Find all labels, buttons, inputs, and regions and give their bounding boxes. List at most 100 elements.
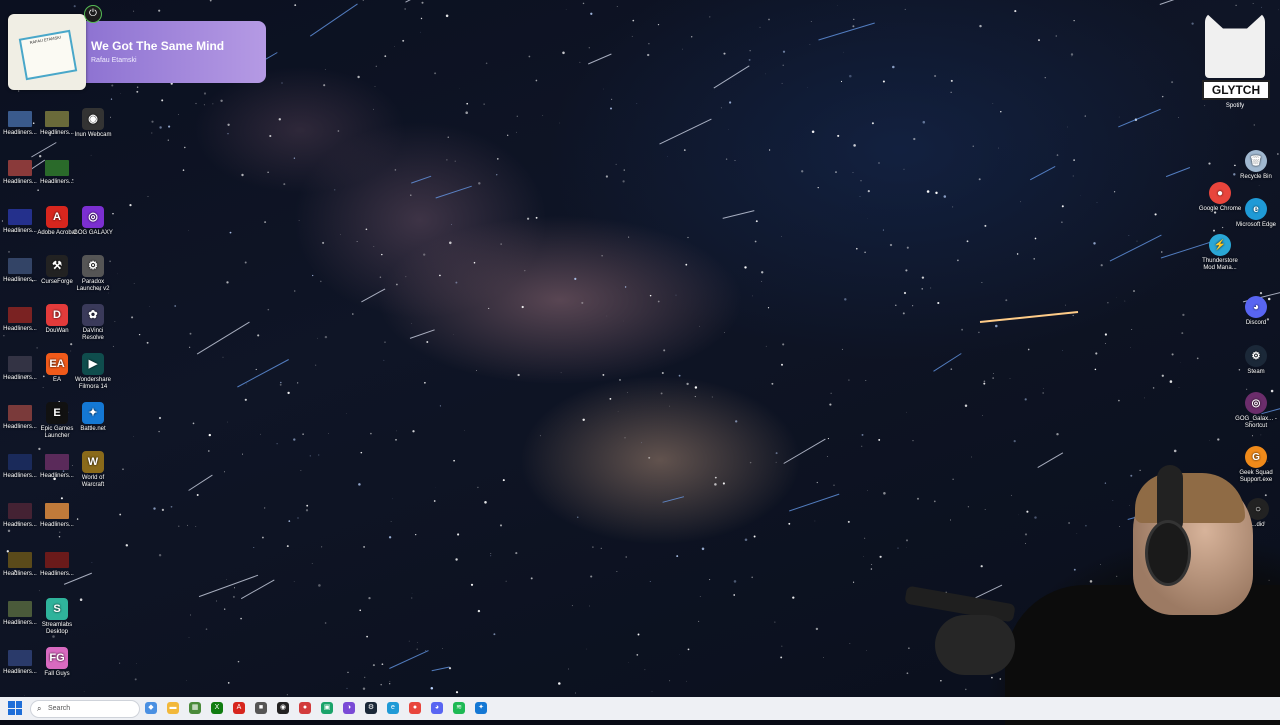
star xyxy=(1061,221,1062,222)
star xyxy=(867,490,868,491)
star xyxy=(971,457,972,458)
headphone-icon xyxy=(1145,520,1191,586)
desktop-icon[interactable]: Headliners... xyxy=(37,157,77,186)
taskbar: ⌕ Search ◆ ▬ ▦ XA ■ ◉ ● ▣ ◑ ⚙ e ● ◕ ≋ ✦ xyxy=(0,697,1280,720)
desktop-icon[interactable]: ⚡ Thunderstore Mod Mana... xyxy=(1198,234,1242,272)
desktop-icon[interactable]: ⚙Steam xyxy=(1234,345,1278,376)
taskbar-spotify-icon[interactable]: ≋ xyxy=(453,702,465,714)
desktop-icon[interactable]: ✦Battle.net xyxy=(73,402,113,433)
desktop-icon[interactable]: Headliners... xyxy=(0,108,40,137)
taskbar-copilot-icon[interactable]: ◆ xyxy=(145,702,157,714)
desktop-icon[interactable]: Headliners... xyxy=(0,598,40,627)
star xyxy=(431,687,434,690)
taskbar-app-purple-icon[interactable]: ◑ xyxy=(343,702,355,714)
desktop-icon[interactable]: ⚙Paradox Launcher v2 xyxy=(73,255,113,293)
star xyxy=(904,292,906,294)
taskbar-app-grey-icon[interactable]: ■ xyxy=(255,702,267,714)
desktop-icon-label: Adobe Acrobat xyxy=(37,230,77,237)
desktop-icon[interactable]: Headliners... xyxy=(37,108,77,137)
desktop-icon[interactable]: ◎GOG GALAXY xyxy=(73,206,113,237)
taskbar-app-multi-icon[interactable]: ● xyxy=(299,702,311,714)
desktop-icon[interactable]: Headliners... xyxy=(0,255,40,284)
star xyxy=(589,47,590,48)
star xyxy=(497,158,499,160)
desktop-icon[interactable]: FGFall Guys xyxy=(37,647,77,678)
desktop-icon[interactable]: Headliners... xyxy=(0,206,40,235)
star xyxy=(59,536,60,537)
star xyxy=(922,288,923,289)
taskbar-adobe-icon[interactable]: A xyxy=(233,702,245,714)
taskbar-app-green-icon[interactable]: ▣ xyxy=(321,702,333,714)
taskbar-search-input[interactable]: ⌕ Search xyxy=(30,700,140,718)
desktop-icon[interactable]: WWorld of Warcraft xyxy=(73,451,113,489)
desktop-icon[interactable]: AAdobe Acrobat xyxy=(37,206,77,237)
taskbar-chrome-icon[interactable]: ● xyxy=(409,702,421,714)
star xyxy=(589,606,590,607)
star xyxy=(245,399,247,401)
desktop-icon[interactable]: EAEA xyxy=(37,353,77,384)
desktop-icon[interactable]: SStreamlabs Desktop xyxy=(37,598,77,636)
star xyxy=(478,610,480,612)
star xyxy=(135,678,137,680)
taskbar-battle-net-icon[interactable]: ✦ xyxy=(475,702,487,714)
star xyxy=(580,62,581,63)
star xyxy=(967,240,969,242)
desktop-icon[interactable]: Headliners... xyxy=(0,157,40,186)
power-icon[interactable]: ⏻ xyxy=(84,5,102,23)
desktop-icon[interactable]: Headliners... xyxy=(37,451,77,480)
app-icon: ◎ xyxy=(82,206,104,228)
desktop-icon[interactable]: Headliners... xyxy=(0,353,40,382)
star xyxy=(592,546,593,547)
desktop-icon[interactable]: Headliners... xyxy=(0,549,40,578)
desktop-icon[interactable]: eMicrosoft Edge xyxy=(1234,198,1278,229)
star xyxy=(1191,22,1193,24)
taskbar-edge-icon[interactable]: e xyxy=(387,702,399,714)
star xyxy=(695,386,697,388)
desktop-icon[interactable]: ◉Inun Webcam xyxy=(73,108,113,139)
desktop-icon[interactable]: ◕Discord xyxy=(1234,296,1278,327)
star xyxy=(420,32,421,33)
desktop-icon[interactable]: Headliners... xyxy=(0,647,40,676)
star xyxy=(363,0,364,1)
taskbar-obs-icon[interactable]: ◉ xyxy=(277,702,289,714)
desktop-icon[interactable]: Headliners... xyxy=(0,451,40,480)
desktop-icon[interactable]: ▶Wondershare Filmora 14 xyxy=(73,353,113,391)
desktop-icon[interactable]: ◎GOG_Galax... - Shortcut xyxy=(1234,392,1278,430)
star xyxy=(841,81,842,82)
desktop-icon[interactable]: Headliners... xyxy=(0,402,40,431)
app-icon: ⚡ xyxy=(1209,234,1231,256)
taskbar-minecraft-icon[interactable]: ▦ xyxy=(189,702,201,714)
star xyxy=(264,221,266,223)
desktop-icon[interactable]: EEpic Games Launcher xyxy=(37,402,77,440)
star xyxy=(1043,392,1044,393)
desktop-icon[interactable]: ✿DaVinci Resolve xyxy=(73,304,113,342)
star xyxy=(159,554,161,556)
star xyxy=(228,682,230,684)
desktop-icon[interactable]: ⚒CurseForge xyxy=(37,255,77,286)
desktop-icon[interactable]: DDouWan xyxy=(37,304,77,335)
taskbar-xbox-icon[interactable]: X xyxy=(211,702,223,714)
desktop-icon-label: Thunderstore Mod Mana... xyxy=(1198,258,1242,272)
star xyxy=(952,206,953,207)
taskbar-steam-icon[interactable]: ⚙ xyxy=(365,702,377,714)
star xyxy=(375,86,376,87)
star xyxy=(1101,264,1103,266)
now-playing-widget[interactable]: RAFAU ETAMSKI We Got The Same Mind Rafau… xyxy=(8,14,267,90)
desktop-icon[interactable]: Headliners... xyxy=(37,500,77,529)
star xyxy=(411,598,412,599)
star xyxy=(409,641,410,642)
album-art: RAFAU ETAMSKI xyxy=(8,14,86,90)
taskbar-discord-icon[interactable]: ◕ xyxy=(431,702,443,714)
desktop-icon[interactable]: 🗑Recycle Bin xyxy=(1234,150,1278,181)
desktop-icon[interactable]: Headliners... xyxy=(0,500,40,529)
desktop-icon-label: World of Warcraft xyxy=(73,475,113,489)
desktop-icon[interactable]: Headliners... xyxy=(37,549,77,578)
star xyxy=(457,533,459,535)
desktop-icon-label: Inun Webcam xyxy=(73,132,113,139)
meteor-streak xyxy=(31,143,56,158)
desktop-icon[interactable]: Headliners... xyxy=(0,304,40,333)
start-button[interactable] xyxy=(8,701,22,715)
taskbar-file-explorer-icon[interactable]: ▬ xyxy=(167,702,179,714)
star xyxy=(119,514,121,516)
star xyxy=(1118,400,1120,402)
